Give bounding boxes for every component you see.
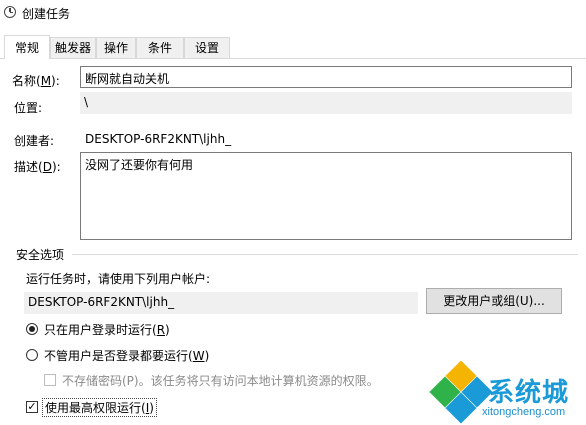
location-label: 位置: [14, 101, 43, 115]
security-group-label: 安全选项 [16, 246, 69, 263]
no-store-password-checkbox[interactable] [44, 374, 56, 386]
radio-logged-on-label[interactable]: 只在用户登录时运行(R) [44, 321, 170, 338]
no-store-password-label: 不存储密码(P)。该任务将只有访问本地计算机资源的权限。 [62, 374, 379, 388]
tab-general[interactable]: 常规 [4, 35, 50, 59]
watermark-url: xitongcheng.com [482, 406, 566, 418]
tab-divider [0, 58, 586, 59]
description-label: 描述(D): [14, 160, 61, 174]
author-label: 创建者: [14, 134, 55, 148]
change-user-button[interactable]: 更改用户或组(U)... [426, 288, 562, 314]
security-group-line [72, 254, 578, 255]
radio-whether-label[interactable]: 不管用户是否登录都要运行(W) [44, 347, 209, 364]
watermark: 系统城 xitongcheng.com [420, 355, 586, 425]
clock-icon [4, 6, 16, 18]
tab-conditions[interactable]: 条件 [136, 37, 184, 58]
name-input[interactable]: 断网就自动关机 [80, 66, 572, 88]
location-value: \ [80, 92, 572, 114]
highest-privileges-label[interactable]: 使用最高权限运行(I) [42, 398, 157, 417]
run-as-label: 运行任务时，请使用下列用户帐户: [26, 272, 211, 286]
tab-triggers[interactable]: 触发器 [50, 37, 96, 58]
watermark-brand: 系统城 [488, 378, 570, 408]
radio-whether-logged-on[interactable] [26, 349, 38, 361]
highest-privileges-checkbox[interactable]: ✓ [26, 401, 38, 413]
window-title: 创建任务 [22, 7, 71, 21]
author-value: DESKTOP-6RF2KNT\ljhh_ [85, 132, 232, 146]
tab-actions[interactable]: 操作 [96, 37, 136, 58]
description-input[interactable]: 没网了还要你有何用 [80, 152, 572, 240]
run-as-account: DESKTOP-6RF2KNT\ljhh_ [24, 292, 418, 314]
name-label: 名称(M): [12, 74, 60, 88]
title-bar: 创建任务 [0, 0, 586, 28]
tab-settings[interactable]: 设置 [184, 37, 230, 58]
radio-logged-on[interactable] [26, 323, 38, 335]
